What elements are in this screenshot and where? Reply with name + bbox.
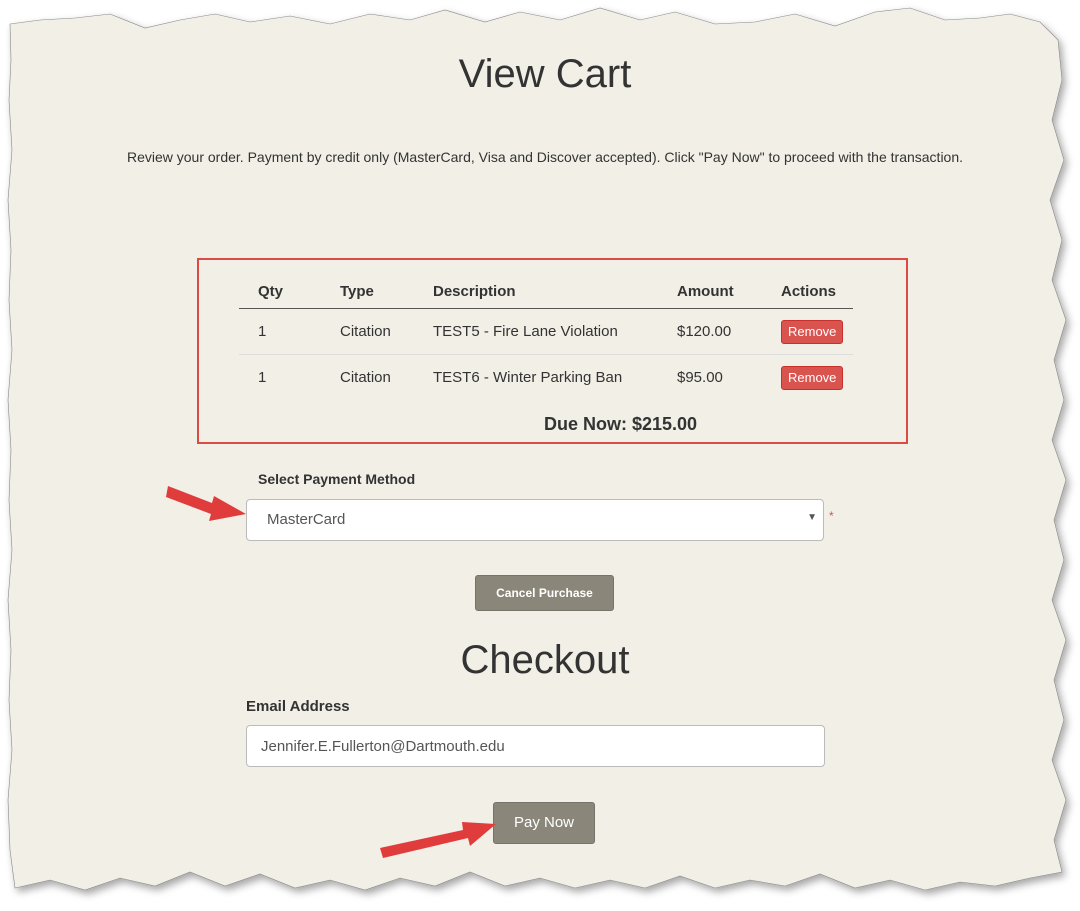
column-header-type: Type <box>340 274 433 309</box>
column-header-description: Description <box>433 274 677 309</box>
row-qty: 1 <box>258 369 267 386</box>
payment-method-label: Select Payment Method <box>258 471 416 487</box>
cart-table: Qty Type Description Amount Actions 1 Ci… <box>239 274 853 400</box>
row-actions: Remove <box>781 308 853 355</box>
chevron-down-icon: ▼ <box>807 512 817 523</box>
cart-header-row: Qty Type Description Amount Actions <box>239 274 853 309</box>
email-label: Email Address <box>246 698 350 715</box>
checkout-title: Checkout <box>460 638 630 682</box>
required-marker: * <box>829 509 834 523</box>
page-title: View Cart <box>458 52 632 96</box>
column-header-actions: Actions <box>781 274 853 309</box>
row-amount: $95.00 <box>677 369 723 386</box>
due-now-total: Due Now: $215.00 <box>544 414 698 434</box>
column-header-qty: Qty <box>239 274 340 309</box>
payment-method-select[interactable]: MasterCard ▼ <box>246 499 824 541</box>
table-row: 1 Citation TEST6 - Winter Parking Ban $9… <box>239 355 853 401</box>
row-description: TEST6 - Winter Parking Ban <box>433 369 623 386</box>
remove-button[interactable]: Remove <box>781 365 844 390</box>
row-type: Citation <box>340 308 433 355</box>
cart-highlight-box: Qty Type Description Amount Actions 1 Ci… <box>197 258 908 444</box>
column-header-amount: Amount <box>677 274 781 309</box>
table-row: 1 Citation TEST5 - Fire Lane Violation $… <box>239 308 853 355</box>
row-amount: $120.00 <box>677 308 781 355</box>
email-field[interactable] <box>246 725 825 767</box>
remove-button[interactable]: Remove <box>781 319 844 344</box>
cancel-purchase-button[interactable]: Cancel Purchase <box>475 575 614 611</box>
row-actions: Remove <box>781 355 853 401</box>
payment-method-value: MasterCard <box>267 511 346 528</box>
row-qty: 1 <box>239 308 340 355</box>
view-cart-page: View Cart Review your order. Payment by … <box>0 0 1080 911</box>
intro-text: Review your order. Payment by credit onl… <box>126 149 964 165</box>
row-type: Citation <box>340 369 391 386</box>
row-description: TEST5 - Fire Lane Violation <box>433 308 677 355</box>
pay-now-button[interactable]: Pay Now <box>493 802 595 844</box>
